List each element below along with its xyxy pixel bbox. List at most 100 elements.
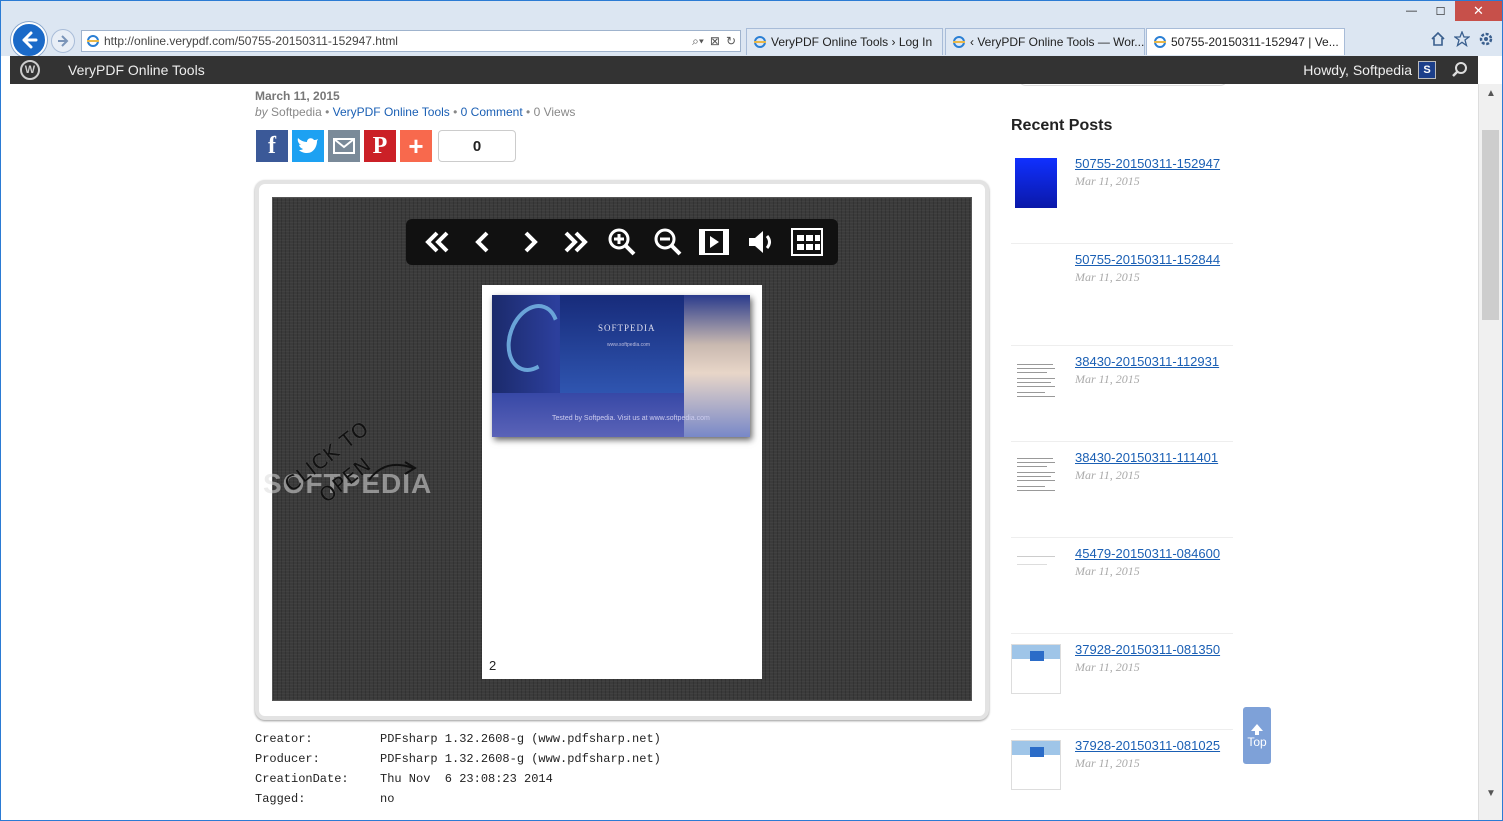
recent-posts-list: 50755-20150311-152947 Mar 11, 2015 50755… (1011, 148, 1233, 820)
url-text: http://online.verypdf.com/50755-20150311… (104, 34, 398, 48)
browser-window: http://online.verypdf.com/50755-20150311… (0, 0, 1503, 821)
pdf-page[interactable]: SOFTPEDIA www.softpedia.com Tested by So… (482, 285, 762, 679)
swirl-logo-icon (497, 296, 569, 380)
doc-info-row: CreationDate: Thu Nov 6 23:08:23 2014 (255, 769, 661, 789)
admin-site-name[interactable]: VeryPDF Online Tools (68, 62, 205, 78)
page-number: 2 (489, 658, 497, 673)
post-date: Mar 11, 2015 (1075, 564, 1140, 578)
post-thumbnail[interactable] (1011, 452, 1061, 502)
post-link[interactable]: 50755-20150311-152947 (1075, 156, 1220, 171)
tab-wordpress[interactable]: ‹ VeryPDF Online Tools — Wor... (945, 28, 1145, 55)
views-count: 0 Views (533, 105, 576, 119)
share-bar: f P + 0 (256, 130, 516, 162)
wp-admin-bar: W VeryPDF Online Tools Howdy, Softpedia … (10, 56, 1478, 84)
refresh-icon[interactable]: ↻ (726, 34, 736, 49)
tab-login[interactable]: VeryPDF Online Tools › Log In (746, 28, 943, 55)
post-thumbnail[interactable] (1011, 158, 1061, 208)
flipbook-toolbar (406, 219, 838, 265)
thumbnails-icon[interactable] (790, 225, 824, 259)
slideshow-icon[interactable] (697, 225, 731, 259)
pinterest-icon: P (372, 132, 388, 159)
doc-info-key: Tagged: (255, 792, 306, 806)
zoom-in-icon[interactable] (605, 225, 639, 259)
home-icon[interactable] (1430, 31, 1446, 47)
back-button[interactable] (11, 22, 47, 58)
flipbook-viewer[interactable]: SOFTPEDIA CLICK TO OPEN SOFTPEDIA www.so… (263, 197, 972, 701)
first-page-icon[interactable] (420, 225, 454, 259)
search-icon[interactable] (1450, 60, 1470, 80)
admin-howdy[interactable]: Howdy, Softpedia (1303, 62, 1412, 78)
forward-button[interactable] (51, 29, 75, 53)
list-item: 38430-20150311-112931 Mar 11, 2015 (1011, 346, 1233, 442)
next-page-icon[interactable] (513, 225, 547, 259)
email-share-button[interactable] (328, 130, 360, 162)
scroll-thumb[interactable] (1482, 130, 1499, 320)
recent-posts-title: Recent Posts (1011, 117, 1113, 134)
post-date: Mar 11, 2015 (1075, 174, 1140, 188)
doc-info-value: no (380, 792, 395, 806)
list-item: 37928-20150311-081350 Mar 11, 2015 (1011, 634, 1233, 730)
previous-page-icon[interactable] (466, 225, 500, 259)
browser-chrome: http://online.verypdf.com/50755-20150311… (1, 1, 1502, 58)
scroll-down-icon[interactable]: ▼ (1479, 784, 1502, 802)
post-thumbnail[interactable] (1011, 356, 1061, 406)
ie-icon (754, 36, 766, 48)
doc-info-key: Producer: (255, 752, 320, 766)
doc-info-value: Thu Nov 6 23:08:23 2014 (380, 772, 553, 786)
post-thumbnail[interactable] (1011, 740, 1061, 790)
pinterest-share-button[interactable]: P (364, 130, 396, 162)
wordpress-logo-icon[interactable]: W (20, 60, 40, 80)
post-link[interactable]: 37928-20150311-081350 (1075, 642, 1220, 657)
addthis-share-button[interactable]: + (400, 130, 432, 162)
doc-info-key: CreationDate: (255, 772, 349, 786)
compat-icon[interactable]: ⊠ (710, 34, 720, 49)
ie-icon (87, 35, 99, 47)
post-date: Mar 11, 2015 (1075, 372, 1140, 386)
window-controls: — ☐ ✕ (1397, 1, 1502, 21)
cover-footer: Tested by Softpedia. Visit us at www.sof… (552, 415, 710, 422)
arrow-right-icon (58, 35, 69, 47)
document-info: Creator: PDFsharp 1.32.2608-g (www.pdfsh… (255, 729, 661, 809)
twitter-share-button[interactable] (292, 130, 324, 162)
list-item: 50755-20150311-152947 Mar 11, 2015 (1011, 148, 1233, 244)
doc-info-key: Creator: (255, 732, 313, 746)
favorites-star-icon[interactable] (1454, 31, 1470, 47)
vertical-scrollbar[interactable]: ▲ ▼ (1478, 84, 1502, 820)
scroll-up-icon[interactable]: ▲ (1479, 84, 1502, 102)
category-link[interactable]: VeryPDF Online Tools (333, 105, 450, 119)
post-link[interactable]: 38430-20150311-111401 (1075, 450, 1218, 465)
post-thumbnail[interactable] (1011, 258, 1061, 288)
post-link[interactable]: 45479-20150311-084600 (1075, 546, 1220, 561)
post-thumbnail[interactable] (1011, 548, 1061, 598)
facebook-icon: f (268, 132, 276, 159)
maximize-button[interactable]: ☐ (1426, 1, 1455, 21)
comments-link[interactable]: 0 Comment (461, 105, 523, 119)
zoom-out-icon[interactable] (651, 225, 685, 259)
author-name: Softpedia (271, 105, 322, 119)
minimize-button[interactable]: — (1397, 1, 1426, 21)
post-date: Mar 11, 2015 (1075, 270, 1140, 284)
list-item: 50755-20150311-152844 Mar 11, 2015 (1011, 244, 1233, 346)
back-to-top-button[interactable]: Top (1243, 707, 1271, 764)
curved-arrow-icon (368, 461, 417, 481)
list-item: 45479-20150311-084600 Mar 11, 2015 (1011, 538, 1233, 634)
last-page-icon[interactable] (559, 225, 593, 259)
post-thumbnail[interactable] (1011, 644, 1061, 694)
ie-icon (1154, 36, 1166, 48)
address-bar[interactable]: http://online.verypdf.com/50755-20150311… (81, 30, 741, 52)
doc-info-row: Creator: PDFsharp 1.32.2608-g (www.pdfsh… (255, 729, 661, 749)
tab-current[interactable]: 50755-20150311-152947 | Ve... (1146, 28, 1345, 55)
post-meta: by Softpedia • VeryPDF Online Tools • 0 … (255, 105, 576, 119)
sidebar-search-box[interactable] (1018, 84, 1228, 86)
avatar[interactable]: S (1418, 61, 1436, 79)
by-label: by (255, 105, 268, 119)
gear-icon[interactable] (1478, 31, 1494, 47)
post-link[interactable]: 50755-20150311-152844 (1075, 252, 1220, 267)
post-link[interactable]: 37928-20150311-081025 (1075, 738, 1220, 753)
search-icon[interactable]: ⌕▾ (692, 34, 704, 49)
close-button[interactable]: ✕ (1455, 1, 1502, 21)
post-link[interactable]: 38430-20150311-112931 (1075, 354, 1219, 369)
doc-info-row: Producer: PDFsharp 1.32.2608-g (www.pdfs… (255, 749, 661, 769)
facebook-share-button[interactable]: f (256, 130, 288, 162)
sound-icon[interactable] (744, 225, 778, 259)
